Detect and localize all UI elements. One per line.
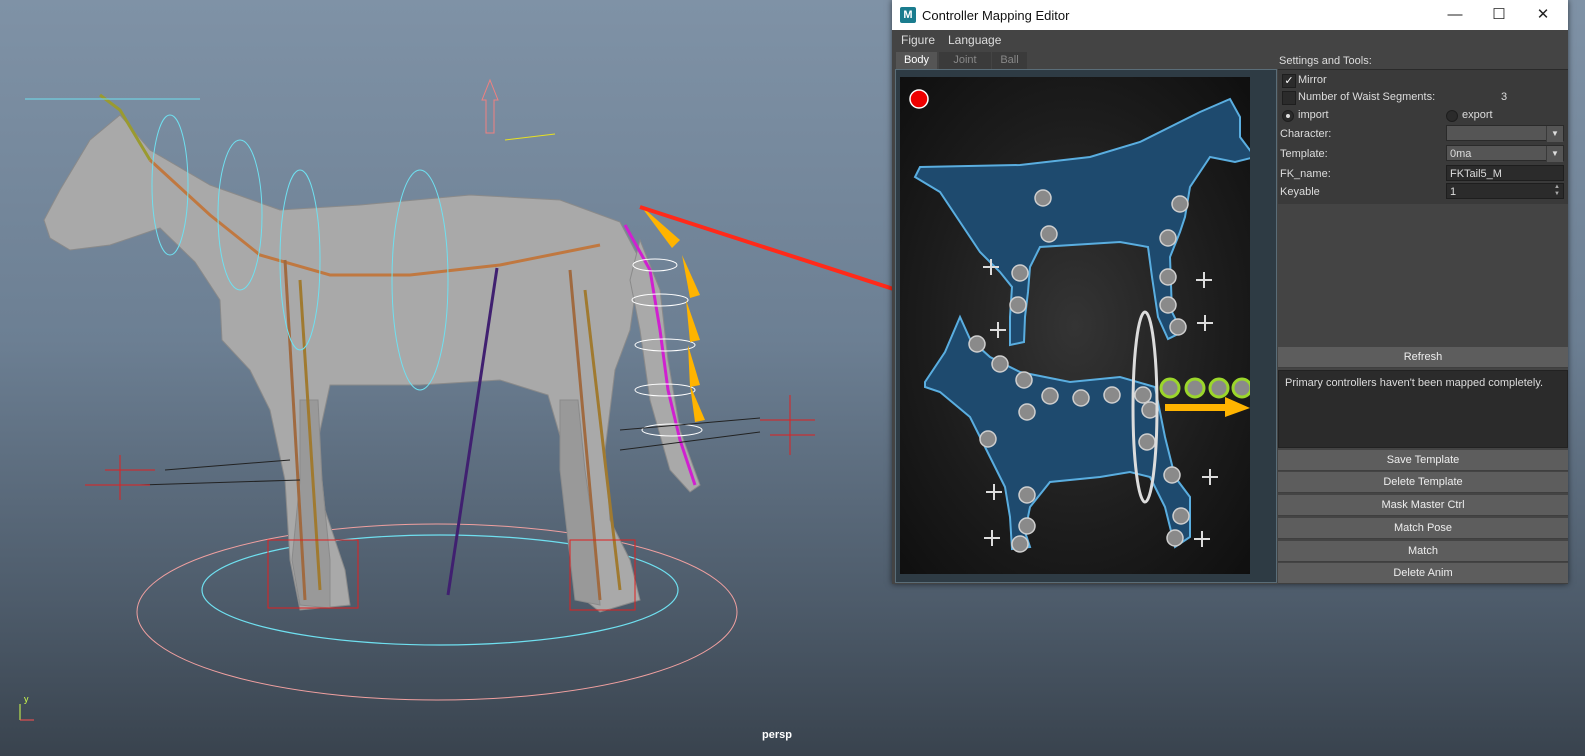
fk-name-field[interactable]: FKTail5_M [1446, 165, 1564, 181]
mirror-label: Mirror [1298, 74, 1327, 86]
refresh-button[interactable]: Refresh [1278, 347, 1568, 368]
ik-ctrl-left [85, 455, 155, 500]
match-button[interactable]: Match [1278, 541, 1568, 562]
tab-joint[interactable]: Joint [939, 52, 991, 69]
close-button[interactable]: ✕ [1520, 0, 1566, 30]
tab-ball[interactable]: Ball [992, 52, 1027, 69]
chevron-down-icon: ▼ [1546, 146, 1563, 162]
move-icon-2 [1196, 272, 1212, 288]
waist-value[interactable]: 3 [1501, 91, 1507, 103]
horse-silhouette-top [913, 97, 1250, 347]
menu-figure[interactable]: Figure [901, 33, 935, 47]
horse-silhouette-bottom [924, 314, 1191, 551]
mask-master-ctrl-button[interactable]: Mask Master Ctrl [1278, 495, 1568, 516]
minimize-button[interactable]: — [1432, 0, 1478, 30]
tab-body[interactable]: Body [896, 52, 937, 69]
character-dropdown[interactable]: ▼ [1446, 125, 1564, 142]
match-pose-button[interactable]: Match Pose [1278, 518, 1568, 539]
template-dropdown[interactable]: 0ma ▼ [1446, 145, 1564, 162]
delete-template-button[interactable]: Delete Template [1278, 472, 1568, 493]
settings-header: Settings and Tools: [1279, 55, 1372, 67]
waist-label: Number of Waist Segments: [1298, 91, 1436, 103]
keyable-label: Keyable [1280, 186, 1320, 198]
maya-icon: M [900, 7, 916, 23]
fk-name-label: FK_name: [1280, 168, 1331, 180]
chevron-down-icon: ▼ [1546, 126, 1563, 142]
delete-anim-button[interactable]: Delete Anim [1278, 563, 1568, 584]
tail-arrow-5 [690, 385, 705, 422]
window-title: Controller Mapping Editor [922, 8, 1070, 23]
settings-panel: Settings and Tools: ✓ Mirror Number of W… [1278, 50, 1568, 584]
waist-checkbox[interactable] [1282, 91, 1296, 105]
template-value: 0ma [1450, 148, 1472, 160]
character-label: Character: [1280, 128, 1332, 140]
maximize-button[interactable]: ☐ [1476, 0, 1522, 30]
keyable-field[interactable]: 1 ▲ ▼ [1446, 183, 1564, 199]
settings-box: ✓ Mirror Number of Waist Segments: 3 imp… [1278, 69, 1568, 204]
tail-direction-arrow [1165, 397, 1250, 417]
move-icon-5 [986, 484, 1002, 500]
camera-label: persp [762, 729, 792, 741]
record-dot [909, 89, 929, 109]
controller-mapping-editor-window: M Controller Mapping Editor — ☐ ✕ Figure… [892, 0, 1568, 584]
axis-y-label: y [24, 694, 29, 704]
menu-language[interactable]: Language [948, 33, 1001, 47]
export-radio[interactable] [1446, 110, 1458, 122]
template-label: Template: [1280, 148, 1328, 160]
title-bar[interactable]: M Controller Mapping Editor — ☐ ✕ [892, 0, 1568, 30]
tail-arrow-2 [682, 255, 700, 298]
figure-canvas-frame [895, 69, 1277, 583]
move-icon-4 [990, 322, 1006, 338]
master-ctrl-outer [136, 523, 738, 701]
keyable-value: 1 [1450, 186, 1457, 198]
save-template-button[interactable]: Save Template [1278, 450, 1568, 471]
fk-name-value: FKTail5_M [1450, 168, 1502, 180]
mirror-checkbox[interactable]: ✓ [1282, 74, 1296, 88]
figure-canvas[interactable] [900, 77, 1250, 574]
cog-arrow [481, 78, 499, 134]
move-icon-7 [984, 530, 1000, 546]
menu-bar: Figure Language [892, 30, 1568, 50]
export-label: export [1462, 109, 1493, 121]
move-icon-8 [1194, 531, 1210, 547]
import-label: import [1298, 109, 1329, 121]
tail-arrow-3 [686, 300, 700, 342]
move-icon-6 [1202, 469, 1218, 485]
import-radio[interactable] [1282, 110, 1294, 122]
spinner-icon[interactable]: ▲ ▼ [1551, 184, 1563, 198]
move-icon-3 [1197, 315, 1213, 331]
tail-arrow-4 [688, 345, 700, 387]
status-message: Primary controllers haven't been mapped … [1278, 370, 1568, 448]
ik-ctrl-right [760, 395, 815, 455]
